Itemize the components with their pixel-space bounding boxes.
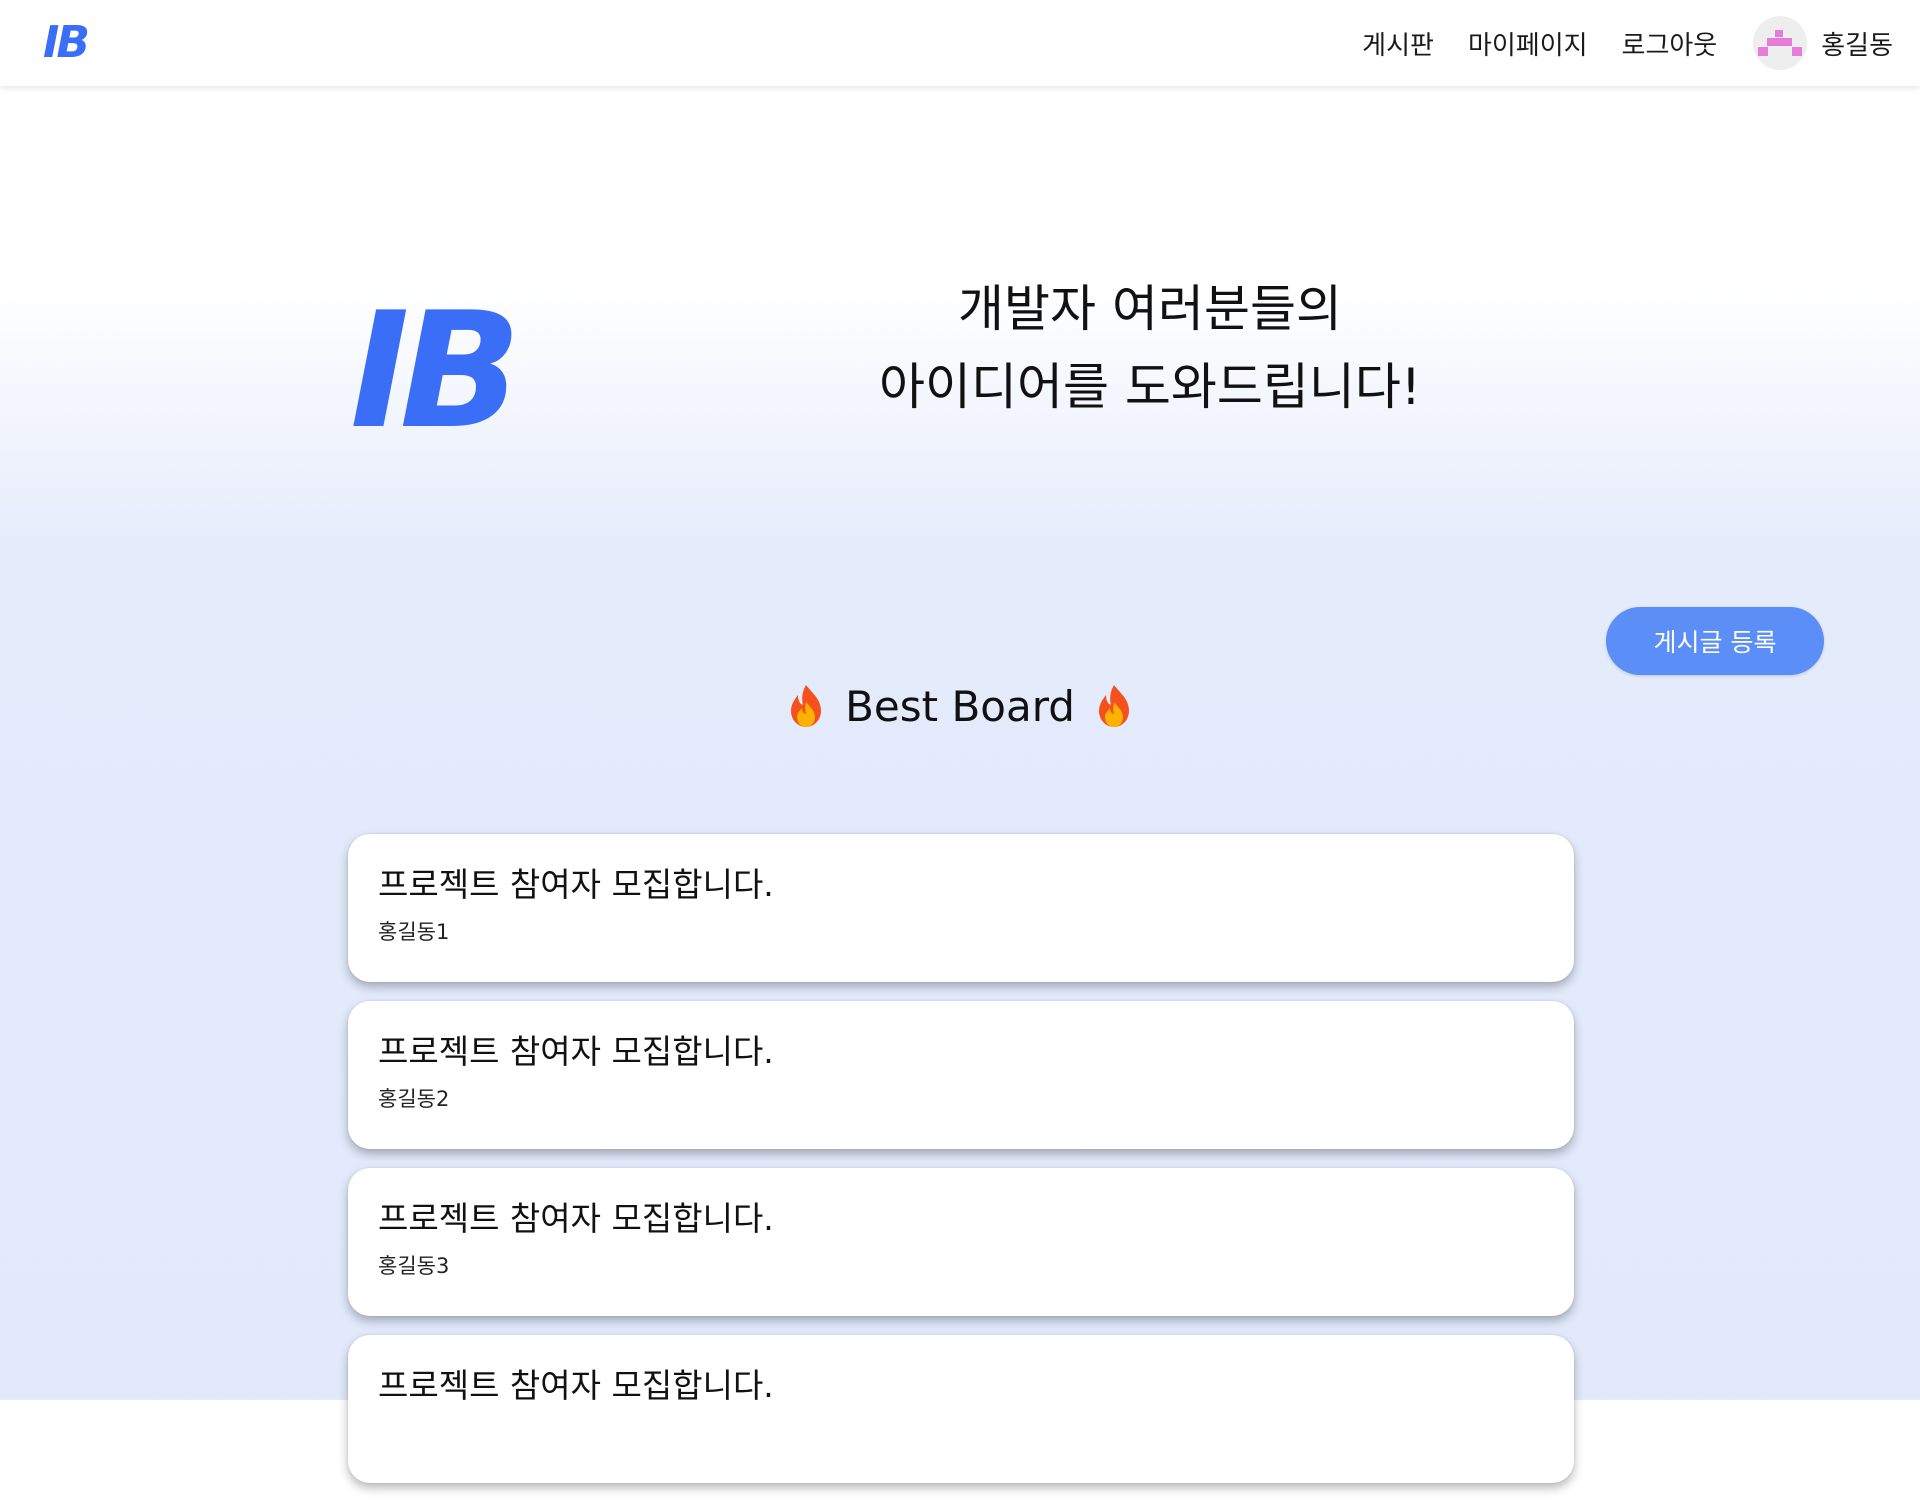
post-author: 홍길동3 — [378, 1254, 450, 1278]
user-name: 홍길동 — [1821, 30, 1893, 61]
best-board-heading: Best Board — [560, 676, 1360, 736]
flame-icon — [1098, 685, 1129, 727]
nav-link-board[interactable]: 게시판 — [1362, 25, 1434, 62]
post-card[interactable]: 프로젝트 참여자 모집합니다. 홍길동2 — [348, 1001, 1574, 1149]
best-post-list: 프로젝트 참여자 모집합니다. 홍길동1 프로젝트 참여자 모집합니다. 홍길동… — [348, 834, 1574, 1502]
avatar — [1753, 16, 1808, 70]
post-author: 홍길동1 — [378, 920, 450, 944]
post-title: 프로젝트 참여자 모집합니다. — [378, 1366, 774, 1405]
post-card[interactable]: 프로젝트 참여자 모집합니다. 홍길동1 — [348, 834, 1574, 982]
post-card[interactable]: 프로젝트 참여자 모집합니다. 홍길동3 — [348, 1168, 1574, 1316]
hero-tagline-line-1: 개발자 여러분들의 — [958, 280, 1342, 338]
post-title: 프로젝트 참여자 모집합니다. — [378, 1199, 774, 1238]
best-board-title: Best Board — [845, 681, 1075, 731]
pixel-avatar-icon — [1758, 30, 1803, 56]
post-title: 프로젝트 참여자 모집합니다. — [378, 1032, 774, 1071]
hero-logo: IB — [350, 277, 522, 464]
register-post-button[interactable]: 게시글 등록 — [1606, 607, 1824, 675]
flame-icon — [791, 685, 822, 727]
main-nav: 게시판 마이페이지 로그아웃 홍길동 — [1362, 15, 1893, 71]
nav-link-mypage[interactable]: 마이페이지 — [1468, 25, 1588, 62]
post-author: 홍길동2 — [378, 1087, 450, 1111]
user-profile[interactable]: 홍길동 — [1753, 16, 1893, 70]
post-title: 프로젝트 참여자 모집합니다. — [378, 865, 774, 904]
nav-link-logout[interactable]: 로그아웃 — [1622, 25, 1718, 62]
header-logo[interactable]: IB — [43, 19, 90, 67]
hero-tagline-line-2: 아이디어를 도와드립니다! — [879, 358, 1421, 416]
hero-tagline: 개발자 여러분들의 아이디어를 도와드립니다! — [800, 270, 1500, 426]
post-card[interactable]: 프로젝트 참여자 모집합니다. — [348, 1335, 1574, 1483]
top-navigation-bar: IB 게시판 마이페이지 로그아웃 홍길동 — [0, 0, 1920, 86]
